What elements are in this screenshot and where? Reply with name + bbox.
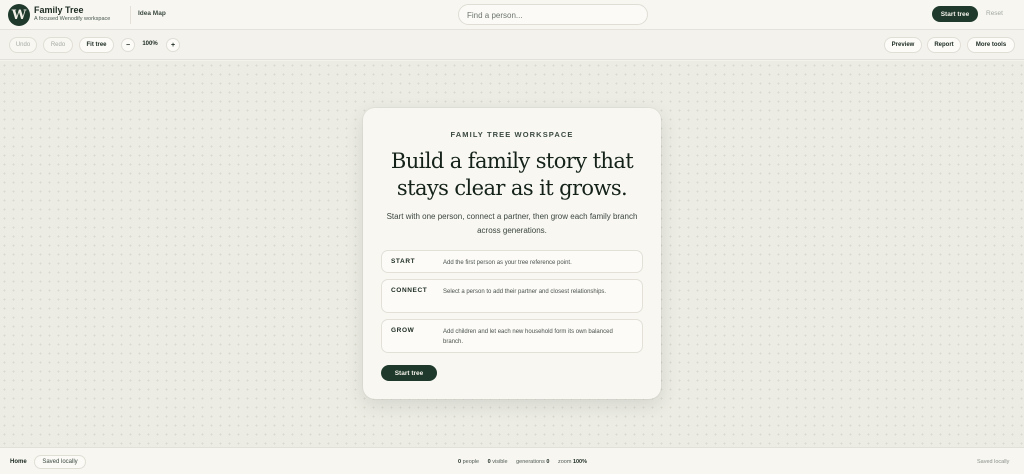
status-bar: Home Saved locally 0 people 0 visible ge… — [0, 447, 1024, 474]
step-key: GROW — [391, 327, 415, 334]
stat-people: 0 people — [458, 459, 480, 465]
stat-visible: 0 visible — [487, 459, 508, 465]
step-text: Add children and let each new household … — [443, 329, 613, 345]
onboarding-card: FAMILY TREE WORKSPACE Build a family sto… — [363, 108, 661, 399]
card-start-tree-button[interactable]: Start tree — [381, 365, 437, 381]
zoom-out-button[interactable]: − — [121, 38, 135, 52]
step-grow: GROW Add children and let each new house… — [381, 319, 643, 353]
card-lead: Start with one person, connect a partner… — [386, 212, 638, 235]
step-start: START Add the first person as your tree … — [381, 250, 643, 273]
idea-map-link[interactable]: Idea Map — [138, 10, 166, 17]
app-logo[interactable]: W — [8, 4, 30, 26]
more-tools-button[interactable]: More tools — [967, 37, 1015, 53]
saved-status-badge: Saved locally — [34, 455, 86, 469]
stat-generations: generations 0 — [516, 459, 550, 465]
zoom-in-button[interactable]: + — [166, 38, 180, 52]
home-link[interactable]: Home — [10, 459, 27, 465]
app-title: Family Tree — [34, 5, 84, 15]
zoom-level: 100% — [142, 41, 158, 47]
step-text: Select a person to add their partner and… — [443, 289, 607, 295]
step-text: Add the first person as your tree refere… — [443, 260, 572, 266]
header-divider — [130, 6, 131, 24]
preview-button[interactable]: Preview — [884, 37, 922, 53]
step-connect: CONNECT Select a person to add their par… — [381, 279, 643, 313]
headline-line-2: stays clear as it grows. — [396, 176, 628, 200]
step-key: CONNECT — [391, 287, 428, 294]
search-input[interactable]: Find a person... — [458, 4, 648, 25]
redo-button[interactable]: Redo — [43, 37, 73, 53]
step-key: START — [391, 258, 416, 265]
fit-tree-button[interactable]: Fit tree — [79, 37, 114, 53]
reset-button[interactable]: Reset — [986, 10, 1003, 17]
card-eyebrow: FAMILY TREE WORKSPACE — [450, 130, 574, 139]
app-subtitle: A focused Wenodify workspace — [34, 16, 111, 22]
card-headline: Build a family story that stays clear as… — [363, 148, 661, 202]
stat-zoom: zoom 100% — [557, 459, 588, 465]
start-tree-button[interactable]: Start tree — [932, 6, 978, 22]
tree-stats: 0 people 0 visible generations 0 zoom 10… — [458, 459, 594, 465]
headline-line-1: Build a family story that — [390, 149, 634, 173]
report-button[interactable]: Report — [927, 37, 961, 53]
undo-button[interactable]: Undo — [9, 37, 37, 53]
saved-indicator: Saved locally — [977, 459, 1010, 465]
